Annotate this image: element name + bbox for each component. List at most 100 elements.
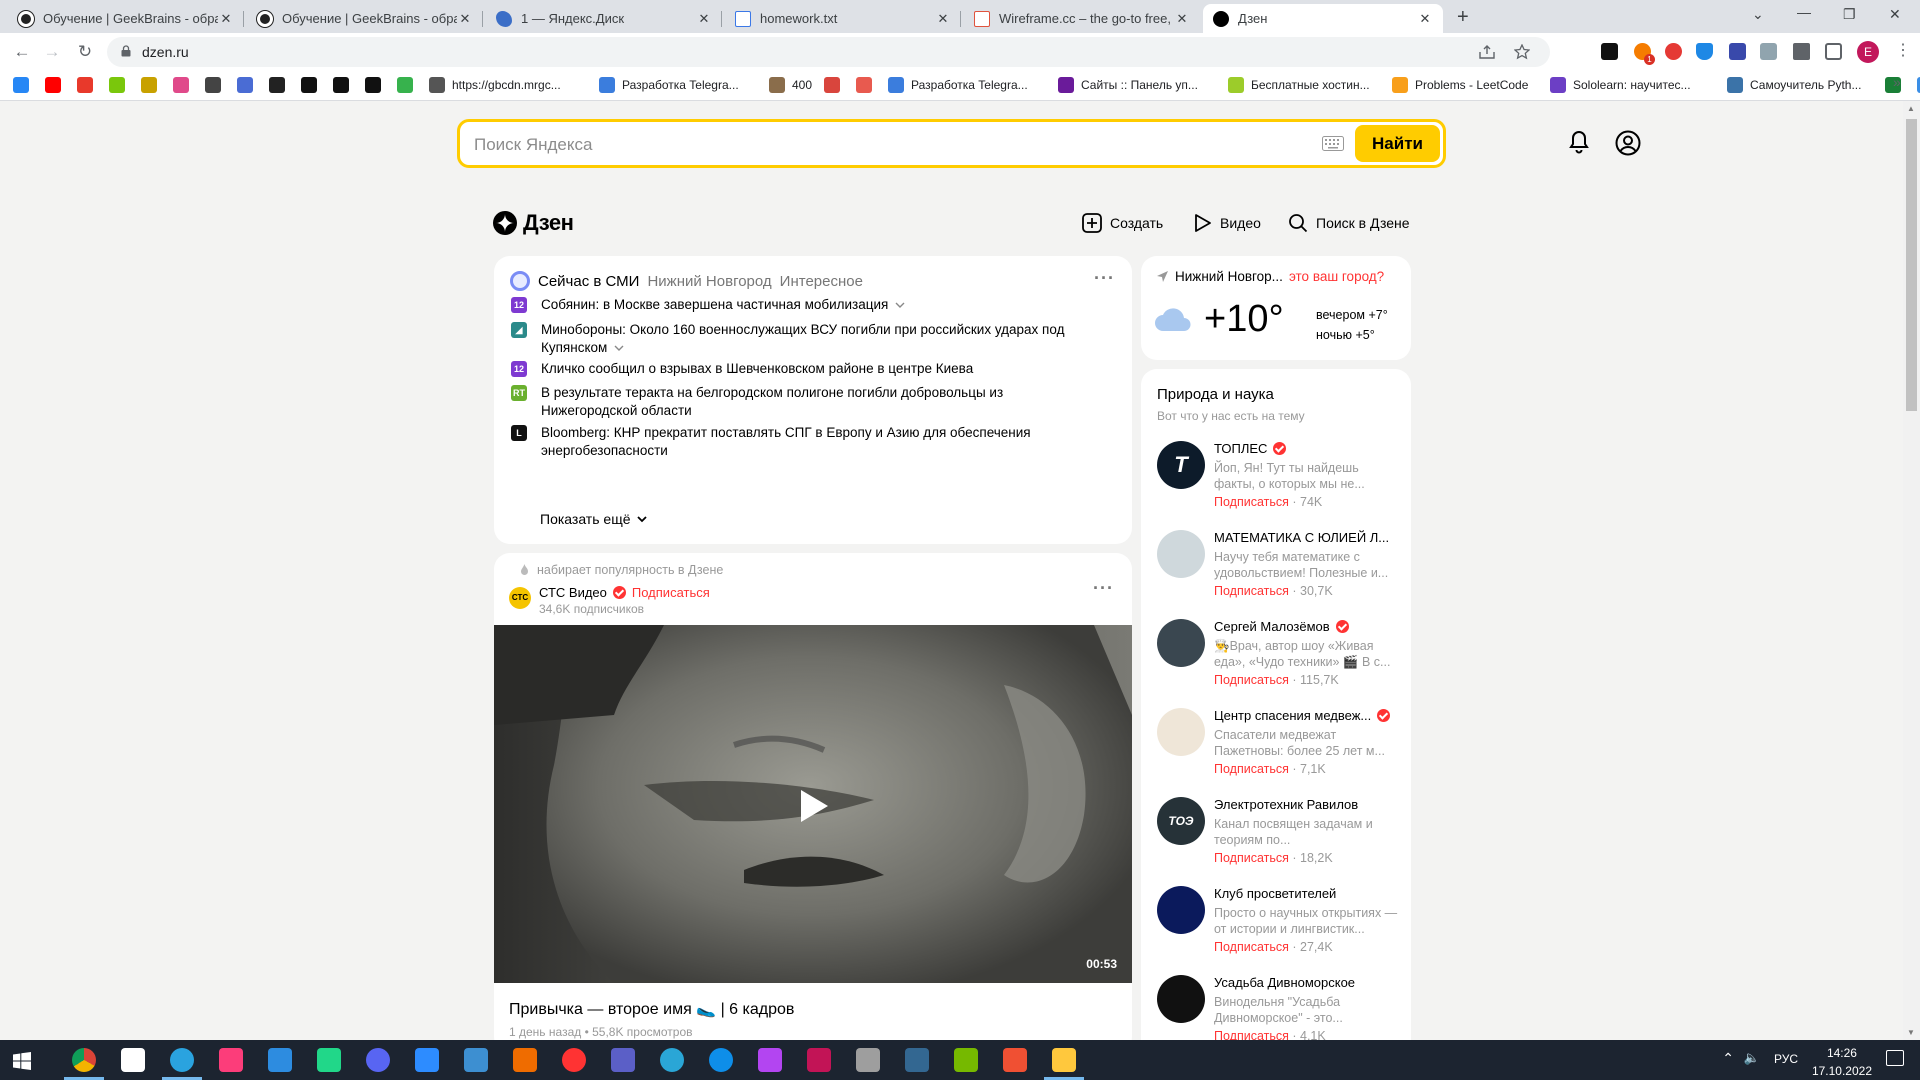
explorer-taskbar-icon[interactable]	[1052, 1048, 1076, 1072]
user-icon[interactable]	[1615, 130, 1641, 156]
paint-taskbar-icon[interactable]	[513, 1048, 537, 1072]
share-icon[interactable]	[1479, 45, 1495, 59]
channel-avatar[interactable]	[1157, 886, 1205, 934]
discord-taskbar-icon[interactable]	[366, 1048, 390, 1072]
tab-homework[interactable]: homework.txt ✕	[725, 4, 961, 33]
news-item[interactable]: 12 Собянин: в Москве завершена частичная …	[511, 296, 1071, 314]
postgres-taskbar-icon[interactable]	[905, 1048, 929, 1072]
phpstorm-taskbar-icon[interactable]	[758, 1048, 782, 1072]
channel-item[interactable]: ТОЭ Электротехник Равилов Канал посвящен з…	[1157, 797, 1407, 882]
close-icon[interactable]: ✕	[696, 11, 712, 27]
channel-item[interactable]: МАТЕМАТИКА С ЮЛИЕЙ Л... Научу тебя матема…	[1157, 530, 1407, 615]
city-question-link[interactable]: это ваш город?	[1289, 269, 1384, 284]
clock[interactable]: 14:26 17.10.2022	[1812, 1044, 1872, 1080]
channel-item[interactable]: Центр спасения медвеж... Спасатели медвеж…	[1157, 708, 1407, 793]
bookmark-item[interactable]	[301, 77, 317, 93]
video-post-card[interactable]: набирает популярность в Дзене СТС СТС Ви…	[494, 553, 1132, 1053]
profile-avatar[interactable]: E	[1857, 41, 1879, 63]
tab-wireframe[interactable]: Wireframe.cc – the go-to free, on ✕	[964, 4, 1200, 33]
extension-icon[interactable]	[1729, 43, 1746, 60]
bell-icon[interactable]	[1568, 130, 1590, 154]
git-taskbar-icon[interactable]	[1003, 1048, 1027, 1072]
chevron-down-icon[interactable]	[895, 302, 905, 309]
adblock-icon[interactable]	[1665, 43, 1682, 60]
news-item[interactable]: L Bloomberg: КНР прекратит поставлять СПГ…	[511, 424, 1071, 460]
channel-item[interactable]: Сергей Малозёмов 👨‍🍳Врач, автор шоу «Жива…	[1157, 619, 1407, 704]
tab-yandex-disk[interactable]: 1 — Яндекс.Диск ✕	[486, 4, 722, 33]
bookmark-item[interactable]	[365, 77, 381, 93]
bookmark-item[interactable]	[205, 77, 221, 93]
windows-start-icon[interactable]	[13, 1052, 31, 1070]
nvidia-taskbar-icon[interactable]	[954, 1048, 978, 1072]
news-tab-interesting[interactable]: Интересное	[780, 273, 863, 290]
minimize-icon[interactable]: —	[1797, 4, 1811, 20]
post-channel-name[interactable]: СТС Видео	[539, 585, 607, 600]
bookmark-item[interactable]	[13, 77, 29, 93]
bookmark-item[interactable]	[173, 77, 189, 93]
news-item[interactable]: 12 Кличко сообщил о взрывах в Шевченковск…	[511, 360, 1071, 378]
subscribe-button[interactable]: Подписаться	[1214, 673, 1289, 687]
side-panel-icon[interactable]	[1825, 43, 1842, 60]
subscribe-button[interactable]: Подписаться	[1214, 762, 1289, 776]
more-bookmarks-icon[interactable]: »	[1893, 74, 1901, 90]
news-item[interactable]: RT В результате теракта на белгородском п…	[511, 384, 1071, 420]
channel-avatar[interactable]: T	[1157, 441, 1205, 489]
keyboard-icon[interactable]	[1322, 136, 1344, 151]
video-button[interactable]: Видео	[1194, 213, 1261, 233]
telegram-taskbar-icon[interactable]	[170, 1048, 194, 1072]
video-player[interactable]: 00:53	[494, 625, 1132, 983]
channel-name[interactable]: Сергей Малозёмов	[1214, 619, 1404, 634]
database-taskbar-icon[interactable]	[856, 1048, 880, 1072]
tab-geekbrains-1[interactable]: Обучение | GeekBrains - образо ✕	[8, 4, 244, 33]
channel-item[interactable]: T ТОПЛЕС Йоп, Ян! Тут ты найдешь факты, о …	[1157, 441, 1407, 526]
rider-taskbar-icon[interactable]	[807, 1048, 831, 1072]
dzen-search-button[interactable]: Поиск в Дзене	[1288, 213, 1410, 233]
tab-dzen[interactable]: Дзен ✕	[1203, 4, 1443, 33]
bookmark-item[interactable]	[856, 77, 872, 93]
post-title[interactable]: Привычка — второе имя 🥿 | 6 кадров	[509, 999, 794, 1019]
bookmark-item[interactable]	[109, 77, 125, 93]
subscribe-button[interactable]: Подписаться	[1214, 851, 1289, 865]
channel-avatar[interactable]: СТС	[509, 587, 531, 609]
pycharm-taskbar-icon[interactable]	[317, 1048, 341, 1072]
search-input[interactable]: Поиск Яндекса	[474, 135, 592, 155]
channel-name[interactable]: Центр спасения медвеж...	[1214, 708, 1404, 723]
chrome-taskbar-icon[interactable]	[72, 1048, 96, 1072]
scrollbar-thumb[interactable]	[1906, 119, 1917, 411]
bookmark-item[interactable]	[333, 77, 349, 93]
subscribe-button[interactable]: Подписаться	[1214, 940, 1289, 954]
bookmark-item[interactable]: Разработка Telegra...	[599, 77, 739, 93]
channel-name[interactable]: ТОПЛЕС	[1214, 441, 1404, 456]
news-tab-region[interactable]: Нижний Новгород	[647, 273, 771, 290]
post-subscribe-button[interactable]: Подписаться	[632, 585, 710, 600]
notion-taskbar-icon[interactable]	[121, 1048, 145, 1072]
bookmark-item[interactable]	[45, 77, 61, 93]
close-icon[interactable]: ✕	[935, 11, 951, 27]
bookmark-item[interactable]: Сайты :: Панель уп...	[1058, 77, 1198, 93]
shield-icon[interactable]	[1696, 43, 1713, 60]
scroll-up-icon[interactable]: ▲	[1907, 104, 1915, 113]
volume-icon[interactable]: 🔈	[1744, 1050, 1760, 1066]
reload-icon[interactable]: ↻	[75, 42, 95, 62]
bookmark-item[interactable]: Sololearn: научитес...	[1550, 77, 1691, 93]
news-title[interactable]: Сейчас в СМИ	[538, 273, 639, 290]
tab-geekbrains-2[interactable]: Обучение | GeekBrains - образо ✕	[247, 4, 483, 33]
close-icon[interactable]: ✕	[218, 11, 234, 27]
bookmark-item[interactable]	[269, 77, 285, 93]
channel-avatar[interactable]	[1157, 619, 1205, 667]
search-button[interactable]: Найти	[1355, 125, 1440, 162]
zoom-taskbar-icon[interactable]	[415, 1048, 439, 1072]
bookmark-item[interactable]: Бесплатные хостин...	[1228, 77, 1370, 93]
maximize-icon[interactable]: ❐	[1843, 6, 1856, 23]
chevron-down-icon[interactable]	[614, 345, 624, 352]
notification-icon[interactable]	[1886, 1050, 1904, 1066]
teams-taskbar-icon[interactable]	[611, 1048, 635, 1072]
channel-avatar[interactable]: ТОЭ	[1157, 797, 1205, 845]
address-bar[interactable]: dzen.ru	[107, 37, 1550, 67]
create-button[interactable]: Создать	[1082, 213, 1163, 233]
snip-taskbar-icon[interactable]	[464, 1048, 488, 1072]
back-icon[interactable]: ←	[12, 42, 32, 62]
bookmark-item[interactable]	[237, 77, 253, 93]
intellij-taskbar-icon[interactable]	[219, 1048, 243, 1072]
channel-name[interactable]: Электротехник Равилов	[1214, 797, 1404, 812]
